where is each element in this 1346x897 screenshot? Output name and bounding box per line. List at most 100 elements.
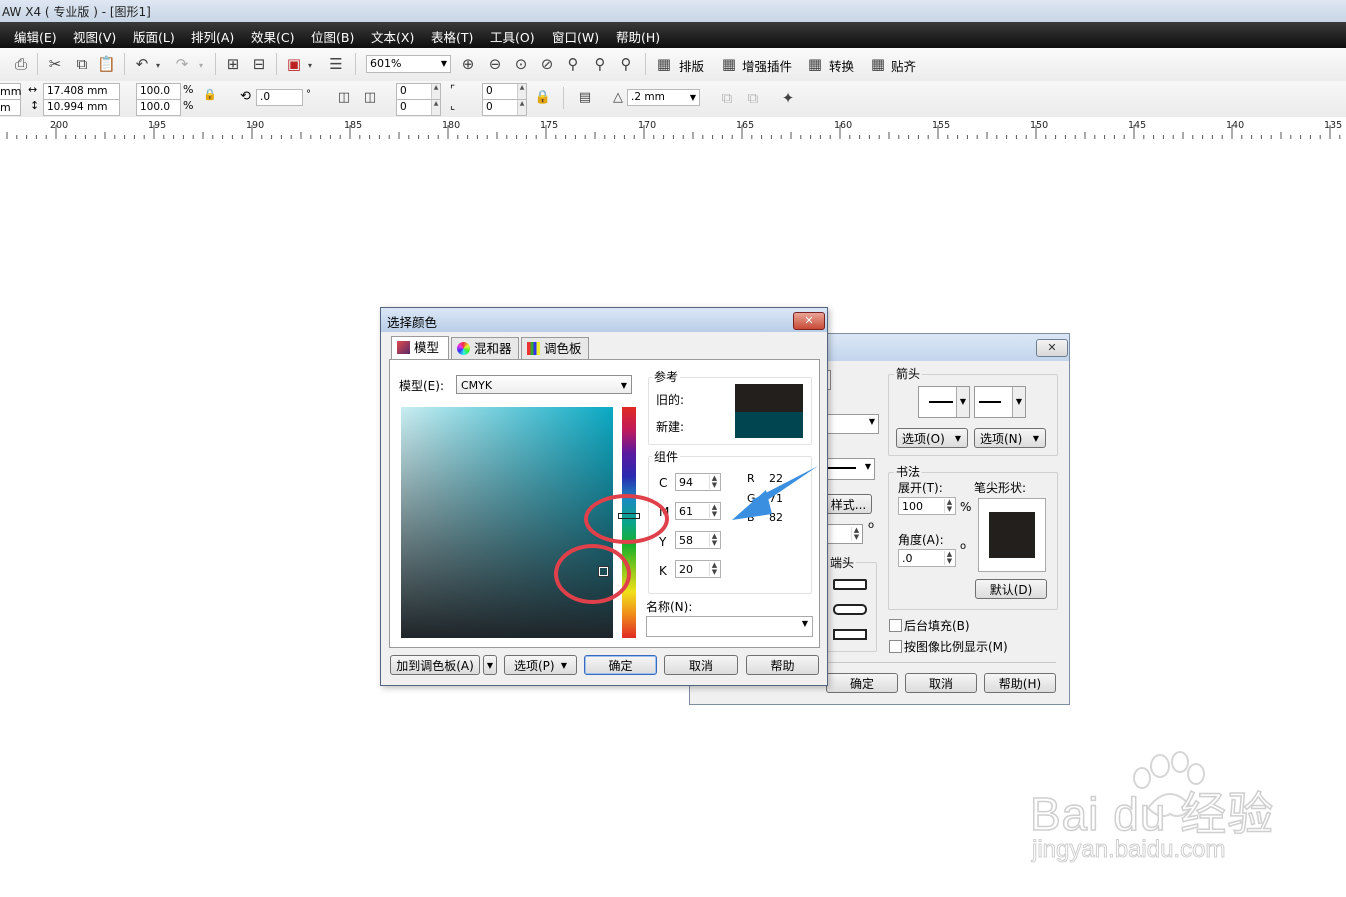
corner-radius-3-field[interactable]: 0 ▲ <box>482 83 527 100</box>
help-button[interactable]: 帮助 <box>746 655 819 675</box>
menu-layout[interactable]: 版面(L) <box>133 27 175 46</box>
lock-ratio-icon[interactable]: 🔒 <box>203 88 217 101</box>
plugin-icon[interactable]: ▦ <box>720 55 738 73</box>
k-field[interactable]: 20 ▲ ▼ <box>675 560 721 578</box>
zoom-level-select[interactable]: 601% ▼ <box>366 55 451 73</box>
start-arrow-select[interactable]: ▼ <box>918 386 970 418</box>
cancel-button[interactable]: 取消 <box>905 673 977 693</box>
text-wrap-icon[interactable]: ▤ <box>576 89 594 107</box>
outline-pen-icon[interactable]: △ <box>609 89 627 107</box>
close-icon[interactable]: ✕ <box>793 312 825 330</box>
mirror-vertical-icon[interactable]: ◫ <box>361 89 379 107</box>
enhance-plugin-button[interactable]: 增强插件 <box>742 56 792 75</box>
menu-tools[interactable]: 工具(O) <box>490 27 535 46</box>
import-icon[interactable]: ⊞ <box>224 55 242 73</box>
corner-radius-4-field[interactable]: 0 ▲ <box>482 99 527 116</box>
add-to-palette-dropdown[interactable]: ▼ <box>483 655 497 675</box>
y-position-field[interactable]: m <box>0 99 21 116</box>
layout-icon[interactable]: ▦ <box>655 55 673 73</box>
x-position-field[interactable]: mm <box>0 83 21 100</box>
layout-button[interactable]: 排版 <box>679 56 704 75</box>
zoom-page-icon[interactable]: ⚲ <box>564 55 582 73</box>
scale-x-field[interactable]: 100.0 <box>136 83 181 100</box>
outline-width-select[interactable]: .2 mm ▼ <box>627 89 700 106</box>
zoom-all-objects-icon[interactable]: ⊘ <box>538 55 556 73</box>
object-width-field[interactable]: 17.408 mm <box>43 83 120 100</box>
round-cap-option[interactable] <box>833 604 867 615</box>
menu-view[interactable]: 视图(V) <box>73 27 116 46</box>
help-button[interactable]: 帮助(H) <box>984 673 1056 693</box>
color-field[interactable] <box>401 407 613 638</box>
width-select-edge[interactable]: ▼ <box>826 414 879 434</box>
behind-fill-checkbox[interactable] <box>889 619 902 632</box>
square-cap-option[interactable] <box>833 629 867 640</box>
menu-effects[interactable]: 效果(C) <box>251 27 294 46</box>
corner-radius-2-field[interactable]: 0 ▲ <box>396 99 441 116</box>
add-to-palette-button[interactable]: 加到调色板(A) <box>390 655 480 675</box>
scale-with-image-checkbox[interactable] <box>889 640 902 653</box>
end-arrow-select[interactable]: ▼ <box>974 386 1026 418</box>
paste-icon[interactable]: 📋 <box>97 55 116 73</box>
convert-to-curves-icon[interactable]: ✦ <box>779 89 797 107</box>
copy-icon[interactable]: ⧉ <box>73 55 91 73</box>
menu-help[interactable]: 帮助(H) <box>616 27 660 46</box>
object-height-field[interactable]: 10.994 mm <box>43 99 120 116</box>
redo-dropdown-icon[interactable]: ▾ <box>196 57 206 75</box>
butt-cap-option[interactable] <box>833 579 867 590</box>
menu-bitmaps[interactable]: 位图(B) <box>311 27 354 46</box>
corner-radius-1-field[interactable]: 0 ▲ <box>396 83 441 100</box>
color-name-combo[interactable]: ▼ <box>646 616 813 637</box>
menu-text[interactable]: 文本(X) <box>371 27 414 46</box>
export-icon[interactable]: ⊟ <box>250 55 268 73</box>
color-model-select[interactable]: CMYK ▼ <box>456 375 632 394</box>
convert-button[interactable]: 转换 <box>829 56 854 75</box>
corner-lock-icon[interactable]: 🔒 <box>534 89 552 107</box>
tab-mixer[interactable]: 混和器 <box>451 337 519 359</box>
horizontal-ruler[interactable]: 200 195 190 185 180 175 170 165 160 155 150 145 140 1… <box>0 117 1346 140</box>
ok-button[interactable]: 确定 <box>584 655 657 675</box>
edit-style-button[interactable]: 样式... <box>826 494 872 514</box>
m-field[interactable]: 61 ▲ ▼ <box>675 502 721 520</box>
cut-icon[interactable]: ✂ <box>46 55 64 73</box>
start-arrow-options-button[interactable]: 选项(O) ▼ <box>896 428 968 448</box>
zoom-width-icon[interactable]: ⚲ <box>591 55 609 73</box>
zoom-selected-icon[interactable]: ⊙ <box>512 55 530 73</box>
end-arrow-options-button[interactable]: 选项(N) ▼ <box>974 428 1046 448</box>
snap-button[interactable]: 贴齐 <box>891 56 916 75</box>
tab-palette[interactable]: 调色板 <box>521 337 589 359</box>
miter-limit-field[interactable]: ▲ ▼ <box>826 524 863 544</box>
print-icon[interactable]: ⎙ <box>12 55 30 73</box>
menu-edit[interactable]: 编辑(E) <box>14 27 57 46</box>
menu-arrange[interactable]: 排列(A) <box>191 27 234 46</box>
options-icon[interactable]: ☰ <box>327 55 345 73</box>
cancel-button[interactable]: 取消 <box>664 655 738 675</box>
undo-dropdown-icon[interactable]: ▾ <box>153 57 163 75</box>
ok-button[interactable]: 确定 <box>826 673 898 693</box>
undo-icon[interactable]: ↶ <box>133 55 151 73</box>
tab-model[interactable]: 模型 <box>391 336 449 360</box>
menu-table[interactable]: 表格(T) <box>431 27 473 46</box>
scale-y-field[interactable]: 100.0 <box>136 99 181 116</box>
snap-icon[interactable]: ▦ <box>869 55 887 73</box>
zoom-in-icon[interactable]: ⊕ <box>459 55 477 73</box>
to-front-icon[interactable]: ⧉ <box>718 89 736 107</box>
nib-angle-field[interactable]: .0 ▲ ▼ <box>898 549 956 567</box>
zoom-out-icon[interactable]: ⊖ <box>486 55 504 73</box>
application-launcher-icon[interactable]: ▣ <box>285 55 303 73</box>
to-back-icon[interactable]: ⧉ <box>744 89 762 107</box>
close-icon[interactable]: ✕ <box>1036 339 1068 357</box>
redo-icon[interactable]: ↷ <box>173 55 191 73</box>
rotation-angle-field[interactable]: .0 <box>256 89 303 106</box>
convert-icon[interactable]: ▦ <box>806 55 824 73</box>
options-button[interactable]: 选项(P) ▼ <box>504 655 577 675</box>
nib-shape-preview[interactable] <box>978 498 1046 572</box>
zoom-height-icon[interactable]: ⚲ <box>617 55 635 73</box>
stretch-field[interactable]: 100 ▲ ▼ <box>898 497 956 515</box>
c-field[interactable]: 94 ▲ ▼ <box>675 473 721 491</box>
y-field[interactable]: 58 ▲ ▼ <box>675 531 721 549</box>
style-select-edge[interactable]: ▼ <box>826 458 875 480</box>
default-nib-button[interactable]: 默认(D) <box>975 579 1047 599</box>
menu-window[interactable]: 窗口(W) <box>552 27 599 46</box>
launcher-dropdown-icon[interactable]: ▾ <box>305 57 315 75</box>
mirror-horizontal-icon[interactable]: ◫ <box>335 89 353 107</box>
